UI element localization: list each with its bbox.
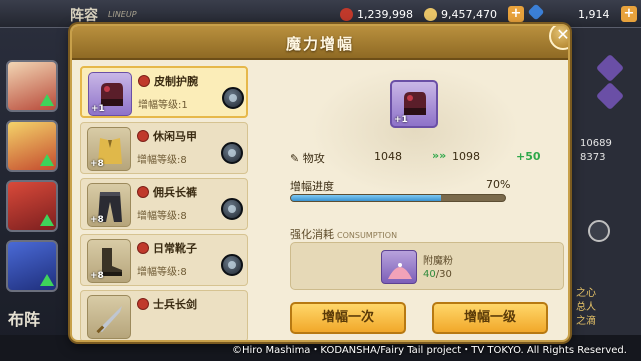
boost-details: +1 ✎ 物攻 1048 »» 1098 +50 增幅进度 70% 强化消耗 CO… bbox=[290, 66, 564, 340]
gold-value: 9,457,470 bbox=[441, 7, 497, 21]
equipment-item-daily-boots[interactable]: +8 日常靴子 增幅等级:8 bbox=[80, 234, 248, 286]
equipment-list[interactable]: +1 皮制护腕 增幅等级:1 +8 休闲马甲 增幅等级:8 +8 佣兵长裤 增幅… bbox=[80, 66, 252, 340]
settings-icon[interactable] bbox=[588, 220, 610, 242]
magic-stone-icon bbox=[221, 198, 243, 220]
gloves-icon: +1 bbox=[88, 72, 132, 116]
enhance-level-badge: +1 bbox=[91, 104, 105, 114]
progress-label: 增幅进度 bbox=[290, 180, 334, 193]
upgrade-arrow-icon bbox=[40, 154, 54, 166]
progress-bar bbox=[290, 194, 506, 202]
item-level-text: 增幅等级:1 bbox=[138, 100, 188, 111]
power-value: 1,239,998 bbox=[357, 7, 413, 21]
vest-icon: +8 bbox=[87, 127, 131, 171]
progress-fill bbox=[291, 195, 441, 201]
enhance-level-badge: +8 bbox=[90, 271, 104, 281]
item-name: 日常靴子 bbox=[153, 242, 197, 255]
dialog-title: 魔力增幅 bbox=[285, 35, 354, 53]
add-gold-button[interactable]: + bbox=[508, 6, 524, 22]
right-stat-value: 10689 bbox=[580, 138, 612, 149]
item-name: 休闲马甲 bbox=[153, 130, 197, 143]
item-level-text: 增幅等级:8 bbox=[137, 155, 187, 166]
consumption-box: 附魔粉 40/30 bbox=[290, 242, 564, 290]
enchant-powder-icon bbox=[381, 250, 417, 284]
equip-type-icon bbox=[138, 75, 150, 87]
item-level-text: 增幅等级:8 bbox=[137, 267, 187, 278]
consumption-title: 强化消耗 CONSUMPTION bbox=[290, 228, 398, 241]
gold-display: 9,457,470 bbox=[424, 6, 497, 22]
dialog-header: 魔力增幅 bbox=[72, 26, 568, 60]
attack-next: 1098 bbox=[452, 150, 480, 163]
attack-current: 1048 bbox=[374, 150, 402, 163]
lineup-title: 阵容 bbox=[70, 8, 98, 24]
hero-portrait-column: 布阵 bbox=[0, 28, 64, 361]
magic-stone-icon bbox=[222, 87, 244, 109]
attack-gain: +50 bbox=[516, 150, 541, 163]
add-gem-button[interactable]: + bbox=[621, 6, 637, 22]
copyright-text: ©Hiro Mashima・KODANSHA/Fairy Tail projec… bbox=[232, 345, 627, 356]
equip-type-icon bbox=[137, 298, 149, 310]
material-name: 附魔粉 bbox=[423, 256, 453, 267]
gem-value: 1,914 bbox=[578, 7, 610, 21]
gold-coin-icon bbox=[424, 7, 437, 21]
equipment-item-casual-vest[interactable]: +8 休闲马甲 增幅等级:8 bbox=[80, 122, 248, 174]
hero-portrait[interactable] bbox=[6, 240, 58, 292]
skill-gem-icon bbox=[595, 81, 625, 111]
hero-portrait[interactable] bbox=[6, 60, 58, 112]
gem-icon bbox=[527, 3, 545, 21]
right-label: 总人 bbox=[576, 302, 596, 313]
boost-once-button[interactable]: 增幅一次 bbox=[290, 302, 406, 334]
lineup-subtitle: LINEUP bbox=[108, 10, 137, 19]
power-icon bbox=[340, 7, 353, 21]
equip-type-icon bbox=[137, 130, 149, 142]
hero-portrait[interactable] bbox=[6, 180, 58, 232]
magic-stone-icon bbox=[221, 142, 243, 164]
boost-one-level-button[interactable]: 增幅一级 bbox=[432, 302, 548, 334]
item-name: 佣兵长裤 bbox=[153, 186, 197, 199]
attack-stat-row: ✎ 物攻 1048 »» 1098 +50 bbox=[290, 149, 562, 168]
pants-icon: +8 bbox=[87, 183, 131, 227]
formation-label[interactable]: 布阵 bbox=[8, 306, 40, 330]
gem-display: 1,914 bbox=[578, 6, 610, 22]
enhance-level-badge: +8 bbox=[90, 215, 104, 225]
upgrade-arrow-icon bbox=[40, 214, 54, 226]
equipment-item-leather-bracer[interactable]: +1 皮制护腕 增幅等级:1 bbox=[80, 66, 248, 118]
attack-label: ✎ 物攻 bbox=[290, 152, 325, 165]
item-level-text: 增幅等级:8 bbox=[137, 211, 187, 222]
right-stat-value: 8373 bbox=[580, 152, 606, 163]
equip-type-icon bbox=[137, 242, 149, 254]
upgrade-arrow-icon bbox=[40, 274, 54, 286]
magic-boost-dialog: 魔力增幅 ✕ +1 皮制护腕 增幅等级:1 +8 休闲马甲 增幅等级:8 +8 … bbox=[70, 24, 570, 342]
sword-stat-icon: ✎ bbox=[290, 152, 303, 165]
skill-gem-icon bbox=[595, 53, 625, 83]
magic-stone-icon bbox=[221, 254, 243, 276]
boots-icon: +8 bbox=[87, 239, 131, 283]
enhance-level-badge: +8 bbox=[90, 159, 104, 169]
progress-percent: 70% bbox=[486, 178, 511, 191]
equipment-item-mercenary-pants[interactable]: +8 佣兵长裤 增幅等级:8 bbox=[80, 178, 248, 230]
arrow-right-icon: »» bbox=[432, 149, 447, 162]
equip-type-icon bbox=[137, 186, 149, 198]
equipment-item-soldier-sword[interactable]: 士兵长剑 bbox=[80, 290, 248, 340]
right-label: 之心 bbox=[576, 288, 596, 299]
item-name: 皮制护腕 bbox=[154, 75, 198, 88]
material-count: 40/30 bbox=[423, 269, 452, 280]
hero-portrait[interactable] bbox=[6, 120, 58, 172]
selected-gloves-icon: +1 bbox=[390, 80, 438, 128]
upgrade-arrow-icon bbox=[40, 94, 54, 106]
item-name: 士兵长剑 bbox=[153, 298, 197, 311]
sword-icon bbox=[87, 295, 131, 339]
right-label: 之滴 bbox=[576, 316, 596, 327]
enhance-level-badge: +1 bbox=[394, 115, 408, 125]
power-display: 1,239,998 bbox=[340, 6, 413, 22]
